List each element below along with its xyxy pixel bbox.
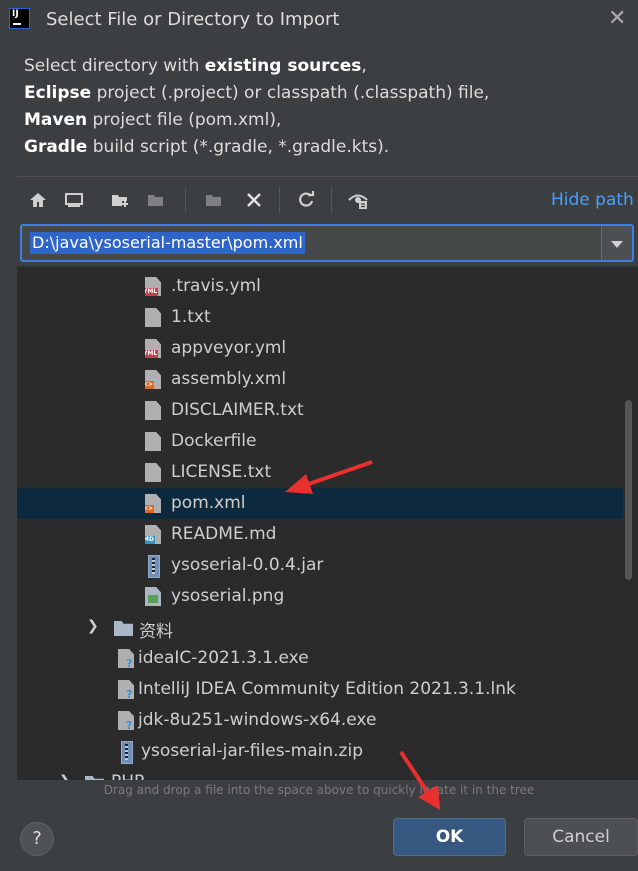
home-icon[interactable]	[27, 189, 49, 211]
xml-file-icon: <>	[145, 370, 161, 389]
path-input-value[interactable]: D:\java\ysoserial-master\pom.xml	[30, 232, 305, 254]
unknown-file-icon: ?	[118, 649, 134, 668]
image-file-icon	[145, 587, 161, 606]
path-input[interactable]: D:\java\ysoserial-master\pom.xml	[20, 224, 634, 262]
text-file-icon	[145, 401, 161, 420]
description-line-4: Gradle build script (*.gradle, *.gradle.…	[24, 137, 390, 157]
close-icon[interactable]: ✕	[608, 6, 626, 31]
chevron-right-icon[interactable]: ❯	[59, 773, 71, 780]
desktop-icon[interactable]	[63, 189, 85, 211]
cancel-button[interactable]: Cancel	[524, 818, 638, 856]
tree-item-folder-php[interactable]: ❯ PHP	[17, 767, 623, 780]
tree-item-ysoserial-png[interactable]: ysoserial.png	[17, 581, 623, 612]
archive-file-icon	[121, 741, 133, 764]
project-folder-icon[interactable]	[145, 189, 167, 211]
tree-item-jdk-exe[interactable]: ? jdk-8u251-windows-x64.exe	[17, 705, 623, 736]
tree-item-appveyor-yml[interactable]: YML appveyor.yml	[17, 333, 623, 364]
description-line-3: Maven project file (pom.xml),	[24, 110, 282, 130]
tree-item-1-txt[interactable]: 1.txt	[17, 302, 623, 333]
markdown-file-icon: MD	[145, 525, 161, 544]
delete-icon[interactable]	[243, 189, 265, 211]
dialog-title: Select File or Directory to Import	[46, 9, 340, 30]
text-file-icon	[145, 308, 161, 327]
tree-item-license-txt[interactable]: LICENSE.txt	[17, 457, 623, 488]
tree-item-dockerfile[interactable]: Dockerfile	[17, 426, 623, 457]
module-folder-icon[interactable]	[203, 189, 225, 211]
refresh-icon[interactable]	[295, 189, 317, 211]
tree-item-ideaic-exe[interactable]: ? ideaIC-2021.3.1.exe	[17, 643, 623, 674]
tree-scrollbar[interactable]	[625, 400, 632, 580]
file-tree[interactable]: YML .travis.yml 1.txt YML appveyor.yml <…	[17, 266, 638, 780]
new-folder-icon[interactable]	[109, 189, 131, 211]
description-line-1: Select directory with existing sources,	[24, 56, 367, 76]
text-file-icon	[145, 432, 161, 451]
path-history-dropdown-button[interactable]	[601, 226, 632, 260]
xml-file-icon: <>	[145, 494, 161, 513]
tree-item-folder-ziliao[interactable]: ❯ 资料	[17, 612, 623, 643]
hide-path-link[interactable]: Hide path	[551, 190, 634, 210]
tree-item-intellij-lnk[interactable]: ? IntelliJ IDEA Community Edition 2021.3…	[17, 674, 623, 705]
unknown-file-icon: ?	[118, 711, 134, 730]
intellij-app-icon: IJ	[9, 8, 30, 29]
help-button[interactable]: ?	[20, 822, 54, 856]
tree-item-assembly-xml[interactable]: <> assembly.xml	[17, 364, 623, 395]
ok-button[interactable]: OK	[393, 818, 506, 856]
file-chooser-toolbar: Hide path	[17, 176, 638, 223]
folder-icon	[85, 776, 104, 780]
chevron-right-icon[interactable]: ❯	[87, 618, 99, 634]
text-file-icon	[145, 463, 161, 482]
folder-icon	[114, 621, 133, 636]
description-line-2: Eclipse project (.project) or classpath …	[24, 83, 490, 103]
tree-item-travis-yml[interactable]: YML .travis.yml	[17, 271, 623, 302]
unknown-file-icon: ?	[118, 680, 134, 699]
show-hidden-icon[interactable]	[347, 189, 369, 211]
archive-file-icon	[148, 555, 160, 578]
tree-item-ysoserial-zip[interactable]: ysoserial-jar-files-main.zip	[17, 736, 623, 767]
yml-file-icon: YML	[145, 339, 161, 358]
tree-item-readme-md[interactable]: MD README.md	[17, 519, 623, 550]
tree-item-disclaimer-txt[interactable]: DISCLAIMER.txt	[17, 395, 623, 426]
yml-file-icon: YML	[145, 277, 161, 296]
drag-drop-hint: Drag and drop a file into the space abov…	[103, 783, 535, 797]
tree-item-pom-xml[interactable]: <> pom.xml	[17, 488, 623, 519]
tree-item-ysoserial-jar[interactable]: ysoserial-0.0.4.jar	[17, 550, 623, 581]
